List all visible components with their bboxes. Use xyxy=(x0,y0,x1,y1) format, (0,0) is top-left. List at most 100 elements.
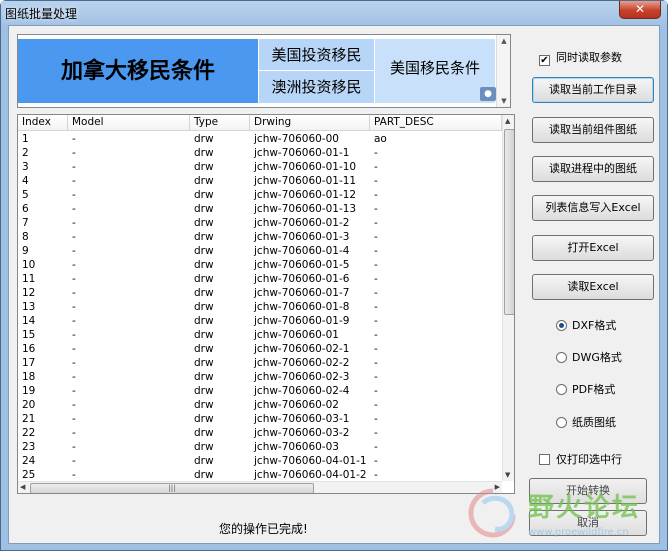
format-radio-dxf[interactable]: DXF格式 xyxy=(556,317,616,333)
drawing-list[interactable]: Index Model Type Drwing PART_DESC 1 - drw j… xyxy=(17,114,515,494)
cell-index: 18 xyxy=(22,371,36,383)
table-row[interactable]: 20 - drw jchw-706060-02 - xyxy=(18,398,502,412)
table-row[interactable]: 14 - drw jchw-706060-01-9 - xyxy=(18,314,502,328)
cell-index: 20 xyxy=(22,399,36,411)
table-row[interactable]: 23 - drw jchw-706060-03 - xyxy=(18,440,502,454)
cell-model: - xyxy=(72,343,76,355)
table-row[interactable]: 6 - drw jchw-706060-01-13 - xyxy=(18,202,502,216)
print-selected-checkbox[interactable]: 仅打印选中行 xyxy=(539,451,622,467)
column-header-part-desc[interactable]: PART_DESC xyxy=(370,115,502,131)
cell-index: 8 xyxy=(22,231,29,243)
close-button[interactable]: ✕ xyxy=(619,1,661,19)
close-icon: ✕ xyxy=(634,2,646,16)
cell-type: drw xyxy=(194,217,214,229)
cell-index: 10 xyxy=(22,259,36,271)
sync-read-checkbox[interactable]: ✔ 同时读取参数 xyxy=(539,49,622,66)
cell-index: 24 xyxy=(22,455,36,467)
cell-index: 3 xyxy=(22,161,29,173)
banner-link-canada[interactable]: 加拿大移民条件 xyxy=(18,39,258,103)
format-radio-dwg[interactable]: DWG格式 xyxy=(556,349,622,365)
table-row[interactable]: 13 - drw jchw-706060-01-8 - xyxy=(18,300,502,314)
vertical-scroll-thumb[interactable] xyxy=(504,129,514,315)
column-header-model[interactable]: Model xyxy=(68,115,190,131)
cell-index: 6 xyxy=(22,203,29,215)
read-excel-button[interactable]: 读取Excel xyxy=(532,274,654,300)
read-workdir-button[interactable]: 读取当前工作目录 xyxy=(532,77,654,103)
scroll-up-arrow-icon[interactable]: ▲ xyxy=(505,117,510,125)
table-row[interactable]: 15 - drw jchw-706060-01 - xyxy=(18,328,502,342)
table-row[interactable]: 10 - drw jchw-706060-01-5 - xyxy=(18,258,502,272)
cell-model: - xyxy=(72,329,76,341)
watermark-logo xyxy=(468,488,516,538)
cell-type: drw xyxy=(194,175,214,187)
table-row[interactable]: 3 - drw jchw-706060-01-10 - xyxy=(18,160,502,174)
banner-scrollbar[interactable]: ▲ ▼ xyxy=(496,35,510,107)
horizontal-scroll-thumb[interactable]: ||| xyxy=(30,483,314,493)
table-row[interactable]: 1 - drw jchw-706060-00 ao xyxy=(18,132,502,146)
cell-drawing: jchw-706060-01-10 xyxy=(254,161,357,173)
table-row[interactable]: 11 - drw jchw-706060-01-6 - xyxy=(18,272,502,286)
watermark-text: 野火论坛 xyxy=(528,493,641,523)
table-row[interactable]: 12 - drw jchw-706060-01-7 - xyxy=(18,286,502,300)
cell-part-desc: - xyxy=(374,301,378,313)
format-radio-paper[interactable]: 纸质图纸 xyxy=(556,414,616,430)
table-row[interactable]: 8 - drw jchw-706060-01-3 - xyxy=(18,230,502,244)
table-row[interactable]: 7 - drw jchw-706060-01-2 - xyxy=(18,216,502,230)
cell-index: 5 xyxy=(22,189,29,201)
cell-part-desc: - xyxy=(374,371,378,383)
cell-part-desc: - xyxy=(374,217,378,229)
open-excel-button[interactable]: 打开Excel xyxy=(532,235,654,261)
read-process-button[interactable]: 读取进程中的图纸 xyxy=(532,156,654,182)
cell-model: - xyxy=(72,203,76,215)
table-row[interactable]: 2 - drw jchw-706060-01-1 - xyxy=(18,146,502,160)
scroll-down-arrow-icon[interactable]: ▼ xyxy=(505,471,510,479)
table-row[interactable]: 22 - drw jchw-706060-03-2 - xyxy=(18,426,502,440)
banner-link-au-investment[interactable]: 澳洲投资移民 xyxy=(258,71,374,103)
table-row[interactable]: 18 - drw jchw-706060-02-3 - xyxy=(18,370,502,384)
banner-link-us-immigration[interactable]: 美国移民条件 xyxy=(375,39,495,103)
vertical-scrollbar[interactable]: ▲ ▼ xyxy=(502,115,514,481)
table-row[interactable]: 9 - drw jchw-706060-01-4 - xyxy=(18,244,502,258)
cell-drawing: jchw-706060-01-8 xyxy=(254,301,350,313)
table-row[interactable]: 4 - drw jchw-706060-01-11 - xyxy=(18,174,502,188)
cell-type: drw xyxy=(194,413,214,425)
table-row[interactable]: 16 - drw jchw-706060-02-1 - xyxy=(18,342,502,356)
empty-check-icon xyxy=(539,454,550,465)
table-row[interactable]: 17 - drw jchw-706060-02-2 - xyxy=(18,356,502,370)
table-row[interactable]: 25- drw jchw-706060-04-01-2- xyxy=(18,468,502,482)
list-rows: 1 - drw jchw-706060-00 ao 2 - drw jchw-706060-01… xyxy=(18,132,502,493)
scroll-down-icon[interactable]: ▼ xyxy=(500,97,508,105)
cell-drawing: jchw-706060-03 xyxy=(254,441,339,453)
cell-part-desc: - xyxy=(374,427,378,439)
table-row[interactable]: 19 - drw jchw-706060-02-4 - xyxy=(18,384,502,398)
cell-part-desc: - xyxy=(374,273,378,285)
cell-index: 13 xyxy=(22,301,36,313)
cell-part-desc: - xyxy=(374,315,378,327)
write-excel-button[interactable]: 列表信息写入Excel xyxy=(532,195,654,221)
cell-model: - xyxy=(72,371,76,383)
cell-type: drw xyxy=(194,273,214,285)
table-row[interactable]: 24- drw jchw-706060-04-01-1- xyxy=(18,454,502,468)
format-label-pdf: PDF格式 xyxy=(572,383,616,396)
cell-model: - xyxy=(72,161,76,173)
horizontal-scrollbar[interactable]: ◀ ||| ▶ xyxy=(18,481,502,493)
table-row[interactable]: 5 - drw jchw-706060-01-12 - xyxy=(18,188,502,202)
column-header-type[interactable]: Type xyxy=(190,115,250,131)
cell-part-desc: - xyxy=(374,189,378,201)
cell-model: - xyxy=(72,217,76,229)
format-radio-pdf[interactable]: PDF格式 xyxy=(556,381,615,397)
scroll-up-icon[interactable]: ▲ xyxy=(500,37,508,45)
cell-model: - xyxy=(72,245,76,257)
cell-drawing: jchw-706060-01-6 xyxy=(254,273,350,285)
ad-banner[interactable]: 加拿大移民条件 美国投资移民 澳洲投资移民 美国移民条件 ● ▲ ▼ xyxy=(17,34,511,108)
banner-link-us-investment[interactable]: 美国投资移民 xyxy=(258,39,374,71)
read-component-button[interactable]: 读取当前组件图纸 xyxy=(532,117,654,143)
cell-drawing: jchw-706060-00 xyxy=(254,133,339,145)
column-header-drawing[interactable]: Drwing xyxy=(250,115,370,131)
cell-model: - xyxy=(72,273,76,285)
column-header-index[interactable]: Index xyxy=(18,115,68,131)
cell-type: drw xyxy=(194,259,214,271)
cell-type: drw xyxy=(194,441,214,453)
scroll-left-arrow-icon[interactable]: ◀ xyxy=(20,483,25,491)
table-row[interactable]: 21 - drw jchw-706060-03-1 - xyxy=(18,412,502,426)
